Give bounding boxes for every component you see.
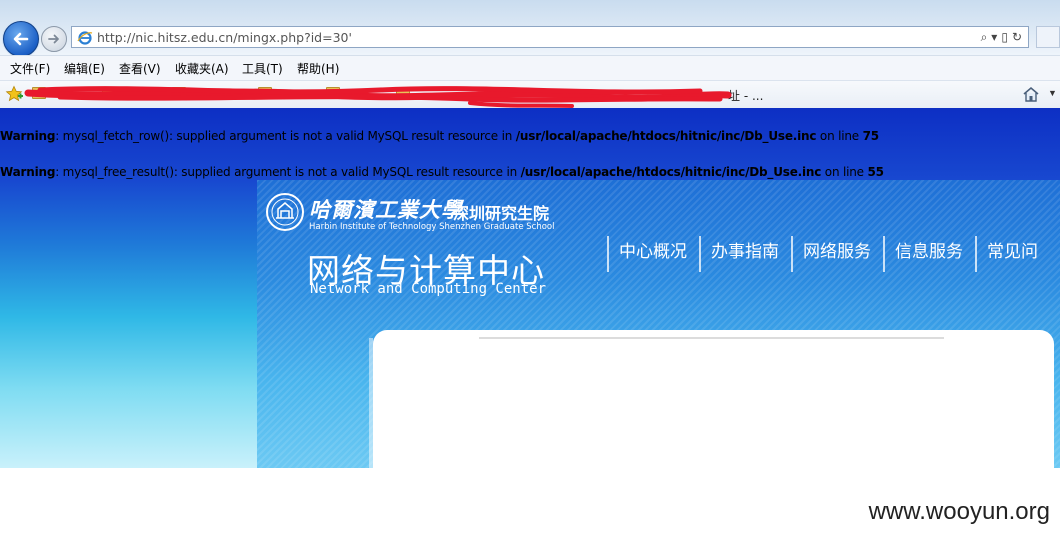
favorite-link-tail[interactable]: 址 - ...: [728, 87, 763, 104]
warning-on-line: on line: [821, 165, 868, 179]
ie-page-icon: [77, 31, 93, 45]
nav-center-overview[interactable]: 中心概况: [607, 236, 699, 272]
favorite-folder[interactable]: [32, 87, 50, 101]
compat-icon[interactable]: ▯: [1001, 30, 1008, 44]
forward-button[interactable]: [41, 26, 67, 52]
folder-icon: [396, 87, 410, 99]
warning-line-number: 55: [867, 165, 884, 179]
folder-icon: [326, 87, 340, 99]
content-panel: [373, 330, 1054, 468]
content-divider: [479, 337, 944, 339]
site-navigation: 中心概况 办事指南 网络服务 信息服务 常见问: [607, 236, 1050, 272]
campus-name-cn: 深圳研究生院: [453, 204, 550, 223]
browser-toolbar: http://nic.hitsz.edu.cn/mingx.php?id=30'…: [0, 0, 1060, 57]
favorites-star-icon[interactable]: [5, 85, 23, 103]
address-bar[interactable]: http://nic.hitsz.edu.cn/mingx.php?id=30'…: [71, 26, 1029, 48]
warning-label: Warning: [0, 165, 56, 179]
favorite-folder[interactable]: [396, 87, 414, 101]
refresh-icon[interactable]: ↻: [1012, 30, 1022, 44]
menu-favorites[interactable]: 收藏夹(A): [175, 60, 229, 77]
watermark-text: www.wooyun.org: [868, 498, 1050, 525]
folder-icon: [258, 87, 272, 99]
back-arrow-icon: [13, 32, 29, 46]
folder-icon: [102, 87, 116, 99]
menu-view[interactable]: 查看(V): [119, 60, 161, 77]
university-emblem-icon: [266, 193, 304, 231]
university-name-cn: 哈爾濱工業大學: [309, 197, 463, 222]
dropdown-icon[interactable]: ▾: [991, 30, 997, 44]
menu-file[interactable]: 文件(F): [10, 60, 50, 77]
address-url[interactable]: http://nic.hitsz.edu.cn/mingx.php?id=30': [97, 30, 352, 45]
address-tools: ⌕ ▾ ▯ ↻: [981, 30, 1022, 44]
nav-faq[interactable]: 常见问: [975, 236, 1050, 272]
warning-path: /usr/local/apache/htdocs/hitnic/inc/Db_U…: [515, 129, 817, 143]
web-page: Warning: mysql_fetch_row(): supplied arg…: [0, 108, 1060, 468]
folder-icon: [172, 87, 186, 99]
site-header-banner: 哈爾濱工業大學 深圳研究生院 Harbin Institute of Techn…: [257, 180, 1060, 468]
warning-on-line: on line: [816, 129, 863, 143]
warning-line-number: 75: [862, 129, 880, 143]
menu-edit[interactable]: 编辑(E): [64, 60, 105, 77]
back-button[interactable]: [3, 21, 39, 57]
warning-path: /usr/local/apache/htdocs/hitnic/inc/Db_U…: [520, 165, 822, 179]
nav-information-services[interactable]: 信息服务: [883, 236, 975, 272]
search-icon[interactable]: ⌕: [981, 30, 988, 44]
forward-arrow-icon: [48, 34, 59, 44]
university-name-en: Harbin Institute of Technology Shenzhen …: [309, 222, 555, 232]
menu-help[interactable]: 帮助(H): [297, 60, 339, 77]
warning-label: Warning: [0, 129, 56, 143]
php-warning: Warning: mysql_free_result(): supplied a…: [0, 165, 884, 179]
home-dropdown-icon[interactable]: ▼: [1048, 88, 1057, 98]
favorites-bar: 址 - ... ▼: [0, 80, 1060, 109]
menu-bar: 文件(F) 编辑(E) 查看(V) 收藏夹(A) 工具(T) 帮助(H): [0, 55, 1060, 81]
footer-area: www.wooyun.org: [0, 468, 1060, 540]
center-title-en: Network and Computing Center: [310, 281, 547, 297]
new-tab-edge[interactable]: [1036, 26, 1060, 48]
warning-message: : mysql_free_result(): supplied argument…: [55, 165, 521, 179]
nav-service-guide[interactable]: 办事指南: [699, 236, 791, 272]
menu-tools[interactable]: 工具(T): [242, 60, 283, 77]
favorite-folder[interactable]: [326, 87, 344, 101]
warning-message: : mysql_fetch_row(): supplied argument i…: [55, 129, 516, 143]
nav-network-services[interactable]: 网络服务: [791, 236, 883, 272]
php-warning: Warning: mysql_fetch_row(): supplied arg…: [0, 129, 879, 143]
favorite-folder[interactable]: [172, 87, 190, 101]
favorite-folder[interactable]: [102, 87, 120, 101]
favorite-folder[interactable]: [258, 87, 276, 101]
home-icon[interactable]: [1022, 85, 1040, 103]
folder-icon: [32, 87, 46, 99]
